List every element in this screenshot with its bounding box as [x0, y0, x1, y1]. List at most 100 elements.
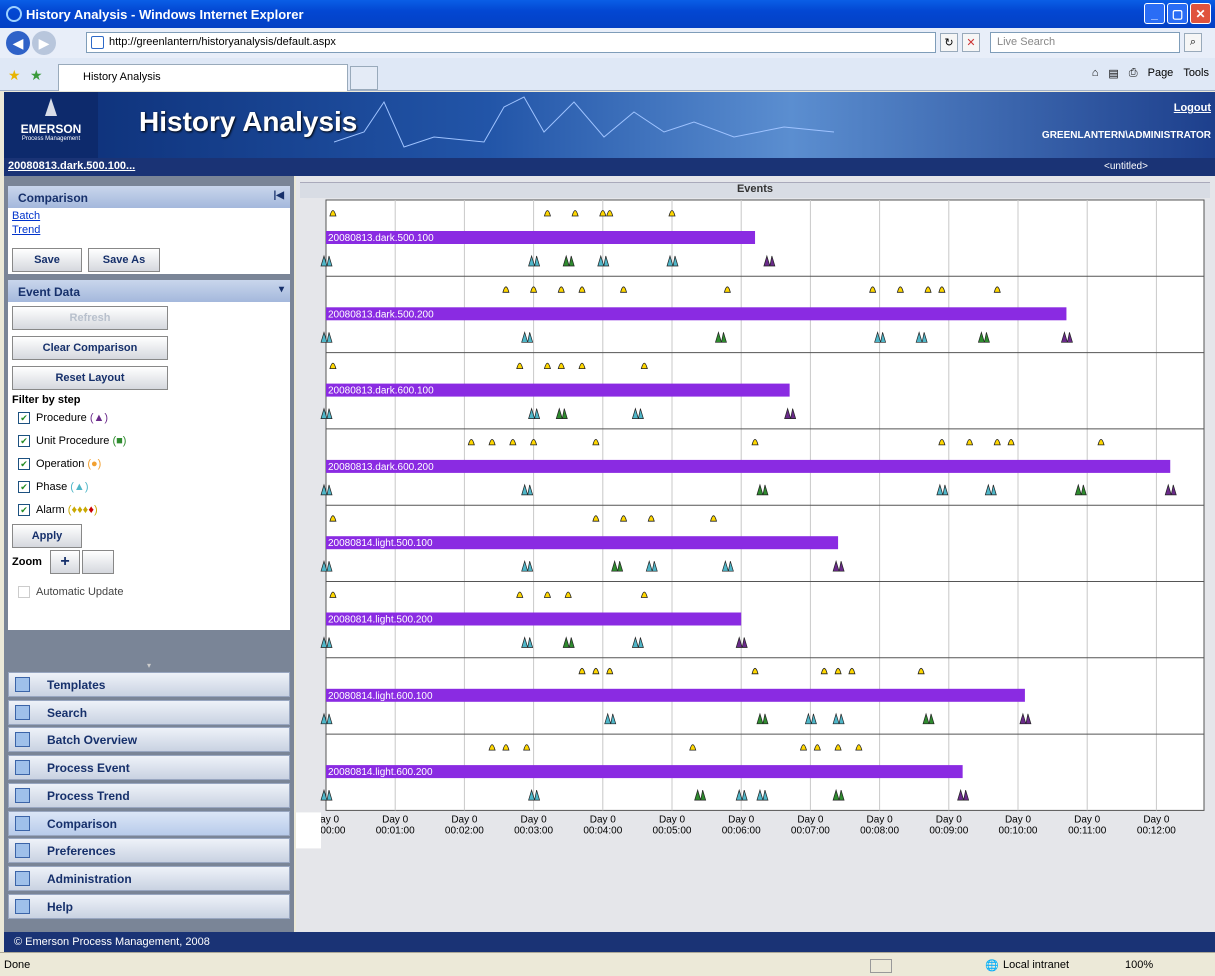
logout-link[interactable]: Logout	[1174, 102, 1211, 114]
batch-bar-label: 20080813.dark.600.200	[328, 462, 434, 473]
trend-link-tab[interactable]: Trend	[12, 224, 290, 236]
reset-layout-button[interactable]: Reset Layout	[12, 366, 168, 390]
checkbox-icon: ✔	[18, 435, 30, 447]
events-pane: Events 20080813.dark.500.100 20080813.dar…	[296, 176, 1215, 932]
nav-item-help[interactable]: Help	[8, 893, 290, 919]
save-button[interactable]: Save	[12, 248, 82, 272]
checkbox-icon: ✔	[18, 412, 30, 424]
checkbox-icon: ✔	[18, 481, 30, 493]
batch-bar-label: 20080814.light.500.100	[328, 538, 433, 549]
nav-label: Search	[47, 705, 88, 720]
x-tick-time: 00:05:00	[653, 825, 692, 836]
add-favorite-icon[interactable]: ★	[30, 67, 43, 84]
x-tick-day: Day 0	[521, 814, 548, 825]
x-tick-time: 00:01:00	[376, 825, 415, 836]
chevron-down-icon[interactable]: ▾	[279, 284, 284, 295]
browser-tab[interactable]: History Analysis	[58, 64, 348, 91]
clear-comparison-button[interactable]: Clear Comparison	[12, 336, 168, 360]
batch-link-tab[interactable]: Batch	[12, 210, 290, 222]
nav-icon	[15, 704, 30, 720]
x-tick-day: Day 0	[797, 814, 824, 825]
nav-item-preferences[interactable]: Preferences	[8, 838, 290, 864]
page-menu[interactable]: Page	[1148, 67, 1174, 80]
nav-item-search[interactable]: Search	[8, 699, 290, 725]
nav-label: Templates	[47, 678, 106, 692]
apply-button[interactable]: Apply	[12, 524, 82, 548]
app-title: History Analysis	[139, 106, 358, 137]
filter-unit-procedure[interactable]: ✔ Unit Procedure (■)	[18, 435, 126, 447]
close-button[interactable]: ✕	[1190, 3, 1211, 24]
new-tab-button[interactable]	[350, 66, 378, 90]
zoom-level[interactable]: 100%	[1125, 959, 1153, 971]
address-row: ◀ ▶ http://greenlantern/historyanalysis/…	[0, 28, 1215, 58]
back-button[interactable]: ◀	[6, 31, 30, 55]
x-tick-day: Day 0	[451, 814, 478, 825]
unit-procedure-icon: (■)	[112, 435, 127, 447]
nav-item-administration[interactable]: Administration	[8, 865, 290, 891]
batch-link[interactable]: 20080813.dark.500.100...	[8, 160, 135, 172]
zoom-out-button[interactable]	[82, 550, 114, 574]
automatic-update-checkbox[interactable]: Automatic Update	[18, 586, 123, 598]
command-bar: ⌂ ▤ ⎙ Page Tools	[1092, 67, 1209, 80]
feeds-icon[interactable]: ▤	[1108, 67, 1118, 80]
zone-icon: 🌐	[985, 960, 999, 972]
nav-label: Preferences	[47, 844, 116, 859]
nav-icon	[15, 677, 30, 692]
filter-alarm[interactable]: ✔ Alarm (♦♦♦♦)	[18, 504, 98, 516]
nav-label: Process Trend	[47, 788, 130, 803]
footer: © Emerson Process Management, 2008	[4, 932, 1215, 952]
context-bar: 20080813.dark.500.100... <untitled>	[4, 158, 1215, 176]
forward-button[interactable]: ▶	[32, 31, 56, 55]
window-title: History Analysis - Windows Internet Expl…	[26, 6, 304, 22]
comparison-panel: Comparison |◀ Batch Trend Save Save As	[8, 186, 290, 274]
x-tick-time: 00:03:00	[514, 825, 553, 836]
nav-icon	[15, 898, 30, 914]
batch-bar	[326, 459, 1171, 473]
nav-item-process-trend[interactable]: Process Trend	[8, 782, 290, 808]
x-tick-time: 00:02:00	[445, 825, 484, 836]
x-tick-time: 00:09:00	[929, 825, 968, 836]
header-graph-decoration	[334, 96, 834, 148]
nav-icon	[15, 760, 30, 776]
favorites-star-icon[interactable]: ★	[8, 67, 21, 84]
nav-icon	[15, 843, 30, 859]
collapse-icon[interactable]: |◀	[274, 190, 285, 201]
search-input[interactable]: Live Search	[990, 32, 1180, 53]
nav-label: Process Event	[47, 761, 130, 776]
window-titlebar: History Analysis - Windows Internet Expl…	[0, 0, 1215, 28]
batch-bar-label: 20080813.dark.500.200	[328, 309, 434, 320]
refresh-button[interactable]: Refresh	[12, 306, 168, 330]
home-icon[interactable]: ⌂	[1092, 67, 1099, 80]
nav-item-batch-overview[interactable]: Batch Overview	[8, 727, 290, 753]
status-panel-icon	[870, 959, 892, 973]
x-tick-time: 00:12:00	[1137, 825, 1176, 836]
address-bar[interactable]: http://greenlantern/historyanalysis/defa…	[86, 32, 936, 53]
events-timeline-chart: 20080813.dark.500.100 20080813.dark.500.2…	[296, 199, 1205, 849]
nav-item-process-event[interactable]: Process Event	[8, 755, 290, 781]
x-tick-day: Day 0	[728, 814, 755, 825]
print-icon[interactable]: ⎙	[1129, 67, 1138, 80]
splitter-handle[interactable]: ▾	[8, 662, 290, 670]
nav-item-comparison[interactable]: Comparison	[8, 810, 290, 836]
refresh-page-icon[interactable]: ↻	[940, 33, 958, 52]
nav-icon	[15, 732, 30, 748]
filter-phase[interactable]: ✔ Phase (▲)	[18, 481, 88, 493]
zoom-in-button[interactable]: +	[50, 550, 80, 574]
alarm-icon: (♦♦♦♦)	[67, 504, 98, 516]
nav-icon	[15, 787, 30, 803]
filter-procedure[interactable]: ✔ Procedure (▲)	[18, 412, 108, 424]
search-icon[interactable]: ⌕	[1184, 33, 1202, 52]
nav-label: Comparison	[47, 816, 118, 831]
filter-operation[interactable]: ✔ Operation (●)	[18, 458, 101, 470]
nav-item-templates[interactable]: Templates	[8, 672, 290, 697]
checkbox-icon	[18, 586, 30, 598]
save-as-button[interactable]: Save As	[88, 248, 160, 272]
maximize-button[interactable]: ▢	[1167, 3, 1188, 24]
minimize-button[interactable]: _	[1144, 3, 1165, 24]
x-tick-time: 00:10:00	[999, 825, 1038, 836]
x-tick-day: Day 0	[590, 814, 617, 825]
batch-bar	[326, 307, 1067, 321]
event-data-header: Event Data ▾	[8, 280, 290, 302]
tools-menu[interactable]: Tools	[1183, 67, 1209, 80]
stop-icon[interactable]: ✕	[962, 33, 980, 52]
